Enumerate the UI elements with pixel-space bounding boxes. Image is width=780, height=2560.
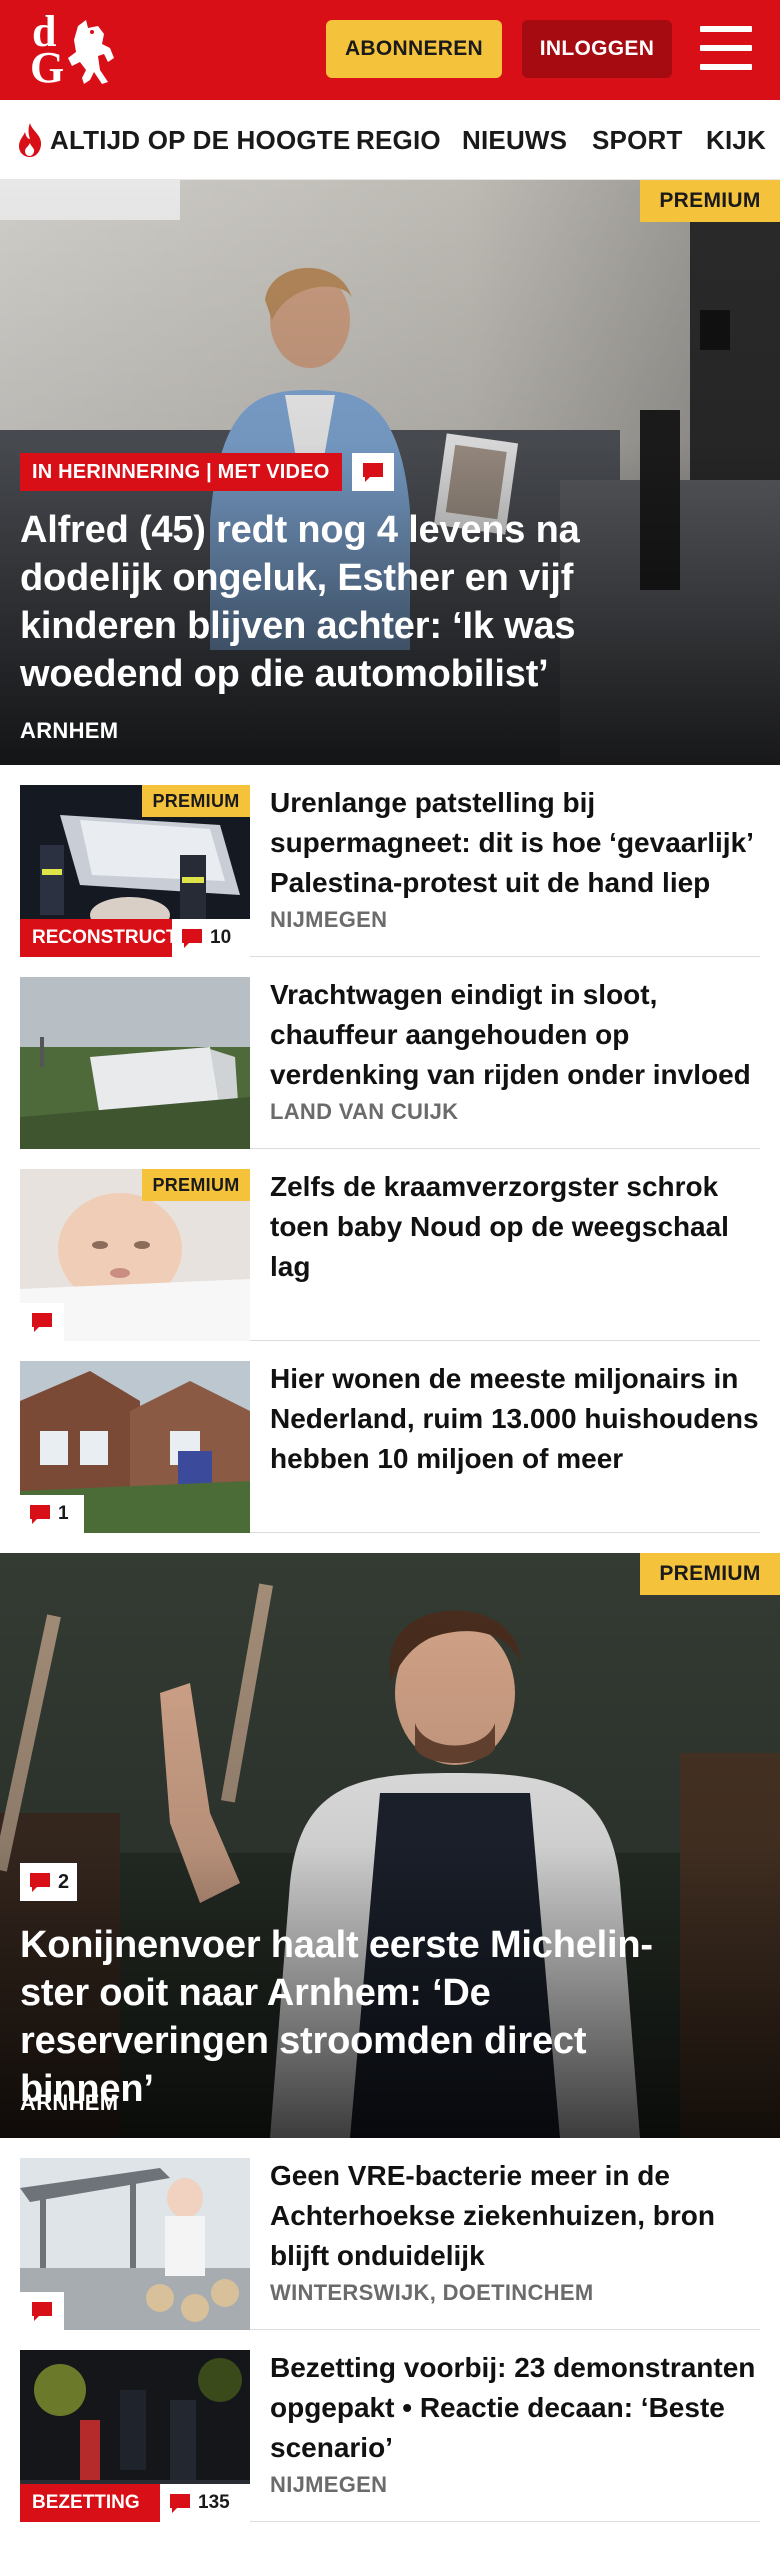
comment-icon bbox=[30, 1505, 50, 1524]
comment-icon bbox=[363, 463, 383, 482]
comment-icon bbox=[32, 2302, 52, 2321]
article-label: RECONSTRUCTIE bbox=[20, 919, 172, 957]
article-thumbnail: BEZETTING 135 bbox=[20, 2350, 250, 2522]
article-title[interactable]: Bezetting voorbij: 23 demonstranten opge… bbox=[270, 2348, 760, 2468]
article-title[interactable]: Zelfs de kraamverzorgster schrok toen ba… bbox=[270, 1167, 760, 1287]
comment-icon bbox=[30, 1873, 50, 1892]
site-logo[interactable]: d G bbox=[22, 10, 118, 90]
list-item[interactable]: Geen VRE-bacterie meer in de Achterhoeks… bbox=[20, 2138, 760, 2330]
premium-badge: PREMIUM bbox=[142, 1169, 250, 1201]
article-title[interactable]: Konijnenvoer haalt eerste Michelin-ster … bbox=[20, 1921, 680, 2113]
article-title[interactable]: Urenlange patstelling bij supermagneet: … bbox=[270, 783, 760, 903]
article-title[interactable]: Vrachtwagen eindigt in sloot, chauffeur … bbox=[270, 975, 760, 1095]
horse-icon bbox=[68, 20, 114, 84]
comment-badge bbox=[20, 1303, 64, 1341]
article-location: NIJMEGEN bbox=[270, 2472, 388, 2497]
article-location: NIJMEGEN bbox=[270, 907, 388, 932]
nav-item-altijd-op-de-hoogte[interactable]: ALTIJD OP DE HOOGTE bbox=[50, 100, 350, 179]
article-location: WINTERSWIJK, DOETINCHEM bbox=[270, 2280, 594, 2305]
article-title[interactable]: Hier wonen de meeste miljonairs in Neder… bbox=[270, 1359, 760, 1479]
nav-item-nieuws[interactable]: NIEUWS bbox=[462, 100, 567, 179]
comment-badge: 2 bbox=[20, 1863, 78, 1901]
flame-icon bbox=[19, 123, 42, 157]
premium-badge: PREMIUM bbox=[142, 785, 250, 817]
comment-count: 1 bbox=[58, 1503, 69, 1524]
subscribe-button[interactable]: ABONNEREN bbox=[326, 20, 502, 78]
comment-badge bbox=[20, 2292, 64, 2330]
list-item[interactable]: BEZETTING 135 Bezetting voorbij: 23 demo… bbox=[20, 2330, 760, 2522]
nav-item-kijk[interactable]: KIJK bbox=[706, 100, 766, 179]
comment-count: 135 bbox=[198, 2492, 230, 2513]
article-thumbnail: PREMIUM bbox=[20, 1169, 250, 1341]
nav-item-sport[interactable]: SPORT bbox=[592, 100, 683, 179]
article-thumbnail: 1 bbox=[20, 1361, 250, 1533]
article-thumbnail bbox=[20, 2158, 250, 2330]
comment-badge: 10 bbox=[172, 919, 250, 957]
nav-item-regio[interactable]: REGIO bbox=[356, 100, 441, 179]
comment-icon bbox=[182, 929, 202, 948]
article-location: ARNHEM bbox=[20, 2090, 119, 2115]
article-label: IN HERINNERING | MET VIDEO bbox=[20, 453, 342, 491]
login-button[interactable]: INLOGGEN bbox=[522, 20, 672, 78]
comment-icon bbox=[32, 1313, 52, 1332]
premium-badge: PREMIUM bbox=[640, 180, 780, 222]
article-thumbnail: PREMIUM RECONSTRUCTIE 10 bbox=[20, 785, 250, 957]
comment-count: 10 bbox=[210, 927, 232, 948]
list-item[interactable]: PREMIUM Zelfs de kraamverzorgster schrok… bbox=[20, 1149, 760, 1341]
article-label: BEZETTING bbox=[20, 2484, 172, 2522]
article-location: LAND VAN CUIJK bbox=[270, 1099, 459, 1124]
premium-badge: PREMIUM bbox=[640, 1553, 780, 1595]
article-location: ARNHEM bbox=[20, 718, 119, 743]
list-item[interactable]: 1 Hier wonen de meeste miljonairs in Ned… bbox=[20, 1341, 760, 1533]
article-title[interactable]: Geen VRE-bacterie meer in de Achterhoeks… bbox=[270, 2156, 760, 2276]
comment-badge: 135 bbox=[160, 2484, 250, 2522]
list-item[interactable]: Vrachtwagen eindigt in sloot, chauffeur … bbox=[20, 957, 760, 1149]
article-thumbnail bbox=[20, 977, 250, 1149]
list-item[interactable]: PREMIUM RECONSTRUCTIE 10 Urenlange patst… bbox=[20, 765, 760, 957]
hero-article-2[interactable]: PREMIUM 2 Konijnenvoer haalt eerste Mich… bbox=[0, 1553, 780, 2138]
main-nav: ALTIJD OP DE HOOGTE REGIO NIEUWS SPORT K… bbox=[0, 100, 780, 180]
top-bar: d G ABONNEREN INLOGGEN bbox=[0, 0, 780, 100]
comment-icon bbox=[170, 2494, 190, 2513]
comment-badge bbox=[352, 453, 394, 491]
comment-badge: 1 bbox=[20, 1495, 84, 1533]
menu-icon[interactable] bbox=[700, 26, 752, 70]
article-title[interactable]: Alfred (45) redt nog 4 levens na dodelij… bbox=[20, 506, 680, 698]
comment-count: 2 bbox=[58, 1870, 70, 1893]
hero-article-1[interactable]: PREMIUM IN HERINNERING | MET VIDEO Alfre… bbox=[0, 180, 780, 765]
